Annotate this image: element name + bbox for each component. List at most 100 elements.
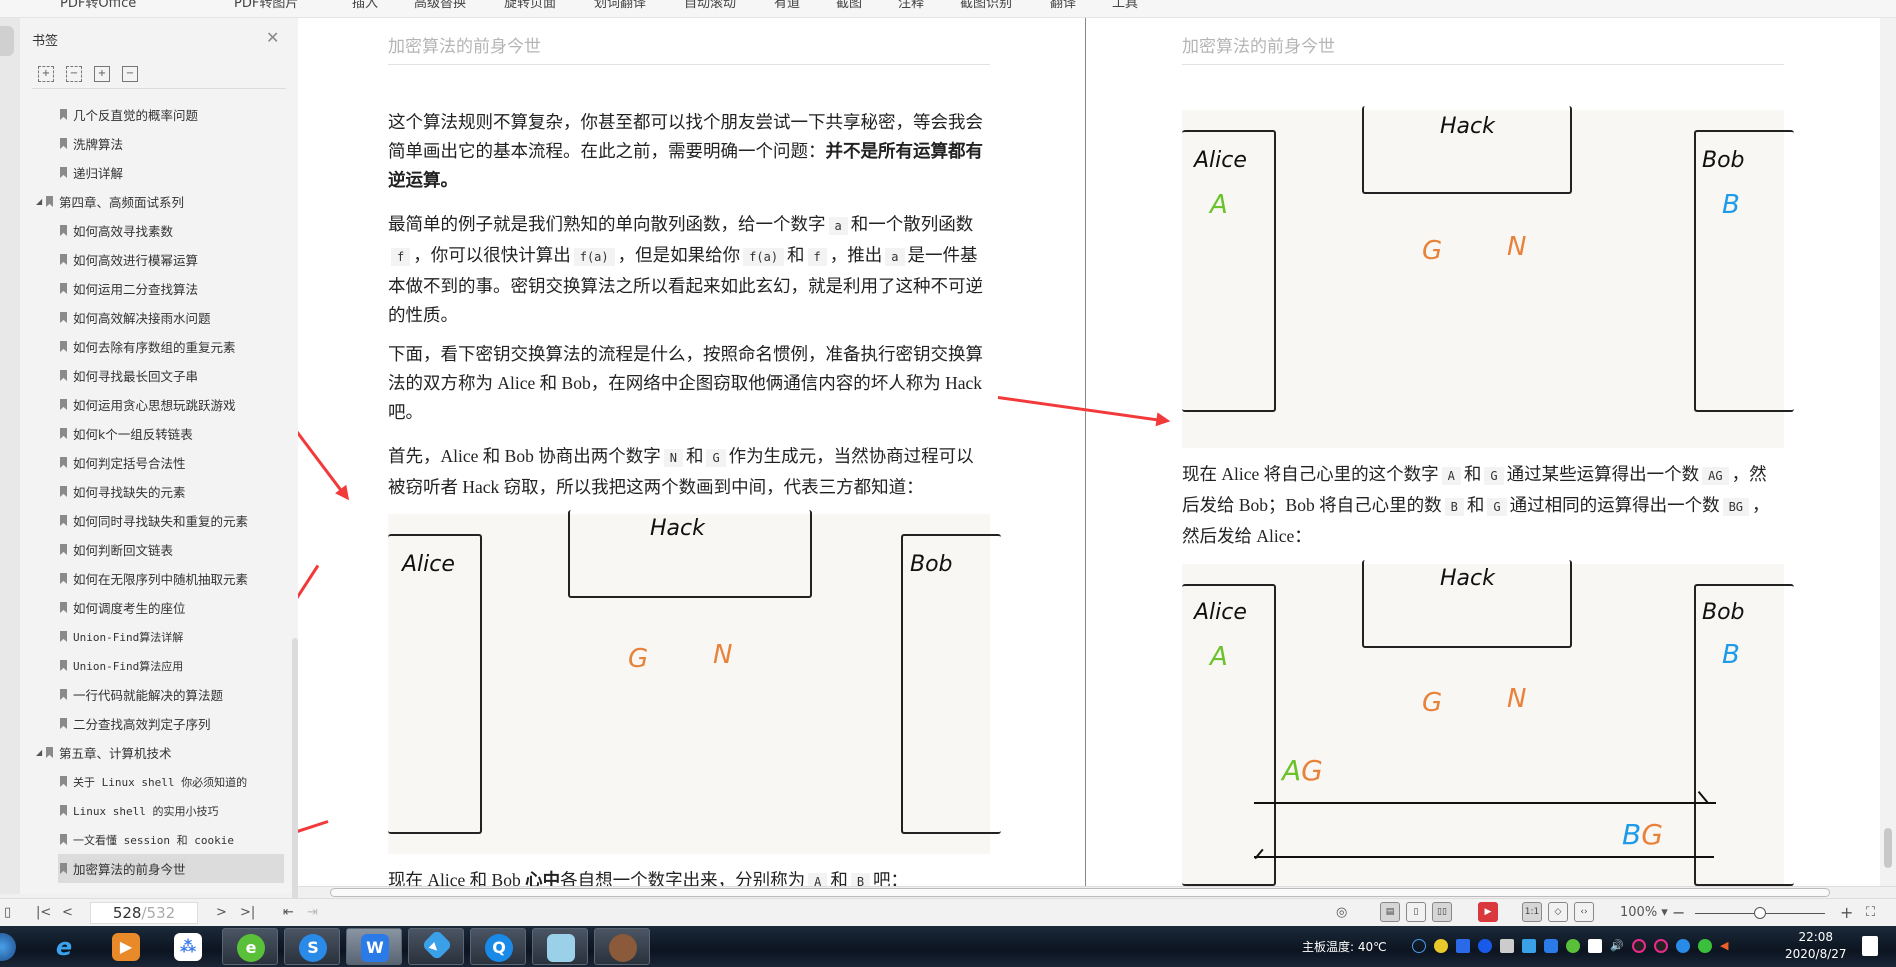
sidebar-toggle-icon[interactable]: ▯ bbox=[4, 904, 11, 922]
bookmark-item[interactable]: 如何高效进行模幂运算 bbox=[20, 245, 290, 274]
ie-taskbar-icon[interactable]: e bbox=[36, 928, 92, 965]
bookmark-item[interactable]: 如何运用贪心思想玩跳跃游戏 bbox=[20, 390, 290, 419]
bookmark-item[interactable]: Union-Find算法详解 bbox=[20, 622, 290, 651]
bookmark-item[interactable]: 如何运用二分查找算法 bbox=[20, 274, 290, 303]
volume-tray-icon[interactable]: 🔊 bbox=[1610, 939, 1624, 953]
bookmark-item[interactable]: 如何去除有序数组的重复元素 bbox=[20, 332, 290, 361]
browser-tray-icon[interactable] bbox=[1566, 939, 1580, 953]
avatar-app-taskbar-icon[interactable] bbox=[594, 928, 650, 965]
prev-page-button[interactable]: < bbox=[62, 904, 73, 922]
feishu-tray-icon[interactable] bbox=[1676, 939, 1690, 953]
first-page-button[interactable]: |< bbox=[36, 904, 51, 922]
cloud-app-taskbar-icon[interactable]: Q bbox=[470, 928, 526, 965]
layers-tray-icon[interactable] bbox=[1456, 939, 1470, 953]
bookmark-item[interactable]: 如何k个一组反转链表 bbox=[20, 419, 290, 448]
toolbar-item[interactable]: 翻译 bbox=[1050, 0, 1076, 11]
bookmark-item[interactable]: 洗牌算法 bbox=[20, 129, 290, 158]
start-button[interactable] bbox=[0, 928, 20, 965]
netdisk-tray-icon[interactable] bbox=[1588, 939, 1602, 953]
sogou-taskbar-icon[interactable]: S bbox=[284, 928, 340, 965]
zoom-in-button[interactable]: + bbox=[1840, 904, 1853, 922]
toolbar-item[interactable]: 旋转页面 bbox=[504, 0, 556, 11]
fullscreen-icon[interactable]: ⛶ bbox=[1866, 904, 1875, 922]
comments-tab-icon[interactable] bbox=[0, 100, 14, 130]
bookmark-item[interactable]: 如何判定括号合法性 bbox=[20, 448, 290, 477]
toolbar-item[interactable]: PDF转图片 bbox=[234, 0, 298, 11]
speaker-tray-icon[interactable]: ◀ bbox=[1720, 939, 1734, 953]
show-desktop-icon[interactable] bbox=[1862, 936, 1878, 956]
bookmark-item[interactable]: 一行代码就能解决的算法题 bbox=[20, 680, 290, 709]
toolbar-item[interactable]: 自动滚动 bbox=[684, 0, 736, 11]
qq-tray-icon[interactable] bbox=[1632, 939, 1646, 953]
system-clock[interactable]: 22:08 2020/8/27 bbox=[1785, 929, 1847, 963]
bookmark-item[interactable]: 关于 Linux shell 你必须知道的 bbox=[20, 767, 290, 796]
single-page-button[interactable]: ▯ bbox=[1406, 902, 1426, 922]
qq-tray-icon-2[interactable] bbox=[1654, 939, 1668, 953]
bookmarks-tab-icon[interactable] bbox=[0, 26, 14, 56]
back-icon[interactable]: ⇤ bbox=[283, 904, 294, 922]
next-page-button[interactable]: > bbox=[216, 904, 227, 922]
expand-toggle-icon[interactable]: ◢ bbox=[36, 197, 46, 206]
toolbar-item[interactable]: 有道 bbox=[774, 0, 800, 11]
thumbnails-tab-icon[interactable] bbox=[0, 64, 14, 94]
page-number-input[interactable]: 528/532 bbox=[90, 902, 198, 924]
zoom-out-button[interactable]: − bbox=[1672, 904, 1685, 922]
vertical-scrollbar[interactable] bbox=[1880, 18, 1896, 886]
chat-tray-icon[interactable] bbox=[1544, 939, 1558, 953]
expand-all-icon[interactable]: + bbox=[38, 66, 54, 82]
attachments-tab-icon[interactable] bbox=[0, 136, 14, 166]
remove-bookmark-icon[interactable]: − bbox=[122, 66, 138, 82]
toolbar-item[interactable]: 截图识别 bbox=[960, 0, 1012, 11]
media-player-taskbar-icon[interactable]: ▶ bbox=[98, 928, 154, 965]
bookmark-item[interactable]: 二分查找高效判定子序列 bbox=[20, 709, 290, 738]
zoom-dropdown[interactable]: 100% ▾ bbox=[1620, 904, 1668, 922]
last-page-button[interactable]: >| bbox=[240, 904, 255, 922]
toolbar-item[interactable]: 注释 bbox=[898, 0, 924, 11]
settings-tray-icon[interactable] bbox=[1478, 939, 1492, 953]
bookmark-item[interactable]: 如何高效寻找素数 bbox=[20, 216, 290, 245]
bookmark-item[interactable]: 如何寻找缺失的元素 bbox=[20, 477, 290, 506]
continuous-view-button[interactable]: ▤ bbox=[1380, 902, 1400, 922]
bookmark-chapter[interactable]: ◢ 第五章、计算机技术 bbox=[20, 738, 290, 767]
wechat-tray-icon[interactable] bbox=[1698, 939, 1712, 953]
bookmark-item[interactable]: 如何同时寻找缺失和重复的元素 bbox=[20, 506, 290, 535]
toolbar-item[interactable]: PDF转Office bbox=[60, 0, 136, 11]
eye-protection-icon[interactable]: ◎ bbox=[1336, 904, 1347, 922]
fit-width-button[interactable]: ‹› bbox=[1574, 902, 1594, 922]
bookmark-item[interactable]: 如何判断回文链表 bbox=[20, 535, 290, 564]
two-page-button[interactable]: ▯▯ bbox=[1432, 902, 1452, 922]
bookmark-item[interactable]: 一文看懂 session 和 cookie bbox=[20, 825, 290, 854]
bookmark-item[interactable]: 如何高效解决接雨水问题 bbox=[20, 303, 290, 332]
add-bookmark-icon[interactable]: + bbox=[94, 66, 110, 82]
actual-size-button[interactable]: 1:1 bbox=[1522, 902, 1542, 922]
ip-tray-icon[interactable] bbox=[1412, 939, 1426, 953]
expand-toggle-icon[interactable]: ◢ bbox=[36, 748, 46, 757]
play-button[interactable]: ▶ bbox=[1478, 902, 1498, 922]
bookmark-item[interactable]: 几个反直觉的概率问题 bbox=[20, 100, 290, 129]
video-app-taskbar-icon[interactable]: ▸ bbox=[408, 928, 464, 965]
bookmark-item[interactable]: 如何调度考生的座位 bbox=[20, 593, 290, 622]
close-icon[interactable]: ✕ bbox=[266, 28, 279, 47]
bookmark-item[interactable]: 加密算法的前身今世 bbox=[20, 854, 290, 883]
music-tray-icon[interactable] bbox=[1434, 939, 1448, 953]
bookmark-item[interactable]: 如何寻找最长回文子串 bbox=[20, 361, 290, 390]
baidu-netdisk-taskbar-icon[interactable]: ⁂ bbox=[160, 928, 216, 965]
toolbar-item[interactable]: 划词翻译 bbox=[594, 0, 646, 11]
toolbar-item[interactable]: 截图 bbox=[836, 0, 862, 11]
zoom-slider-handle[interactable] bbox=[1754, 907, 1766, 919]
browser-taskbar-icon[interactable]: e bbox=[222, 928, 278, 965]
bookmark-chapter[interactable]: ◢ 第四章、高频面试系列 bbox=[20, 187, 290, 216]
video-tray-icon[interactable] bbox=[1522, 939, 1536, 953]
collapse-all-icon[interactable]: − bbox=[66, 66, 82, 82]
bookmark-item[interactable]: 递归详解 bbox=[20, 158, 290, 187]
toolbar-item[interactable]: 插入 bbox=[352, 0, 378, 11]
network-tray-icon[interactable] bbox=[1500, 939, 1514, 953]
toolbar-item[interactable]: 工具 bbox=[1112, 0, 1138, 11]
bookmark-item[interactable]: Union-Find算法应用 bbox=[20, 651, 290, 680]
wps-pdf-taskbar-icon[interactable]: W bbox=[346, 928, 402, 965]
fit-page-button[interactable]: ◇ bbox=[1548, 902, 1568, 922]
horizontal-scrollbar[interactable] bbox=[298, 886, 1896, 898]
notepad-taskbar-icon[interactable] bbox=[532, 928, 588, 965]
toolbar-item[interactable]: 高级替换 bbox=[414, 0, 466, 11]
bookmark-item[interactable]: 如何在无限序列中随机抽取元素 bbox=[20, 564, 290, 593]
